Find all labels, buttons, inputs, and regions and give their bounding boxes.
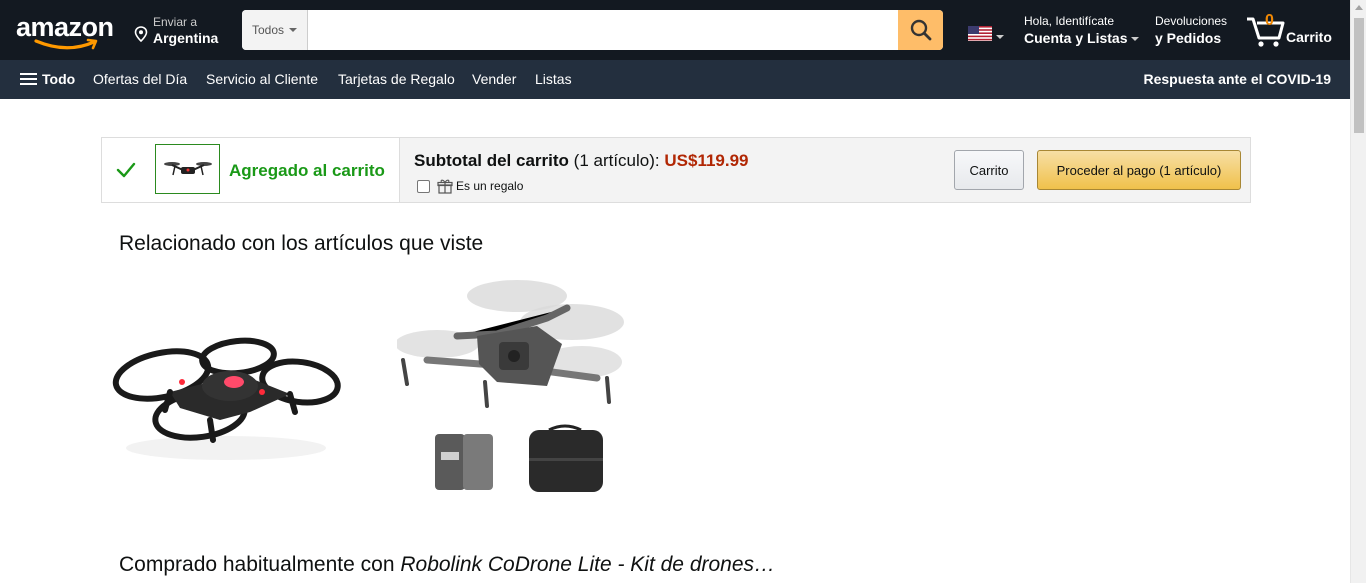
scrollbar-thumb[interactable] (1354, 18, 1364, 133)
chevron-down-icon (289, 28, 298, 32)
scroll-up-icon[interactable] (1355, 5, 1363, 10)
all-menu-button[interactable]: Todo (20, 71, 75, 87)
nav-deals[interactable]: Ofertas del Día (93, 71, 187, 87)
search-button[interactable] (898, 10, 943, 50)
page-scrollbar[interactable] (1350, 0, 1366, 583)
cart-count: 0 (1265, 12, 1274, 29)
subtotal-price: US$119.99 (664, 151, 749, 170)
added-confirmation: Agregado al carrito (102, 138, 399, 202)
subtotal-label: Subtotal del carrito (414, 151, 569, 170)
nav-sell[interactable]: Vender (472, 71, 516, 87)
account-greeting: Hola, Identifícate (1024, 14, 1115, 28)
top-nav: amazon Enviar a Argentina Todos Hola, Id… (0, 0, 1350, 60)
search-input[interactable] (308, 10, 898, 50)
search-category-dropdown[interactable]: Todos (242, 10, 308, 50)
bought-together-product[interactable]: Robolink CoDrone Lite - Kit de drones… (400, 553, 775, 576)
returns-line2: y Pedidos (1155, 30, 1222, 46)
search-icon (910, 19, 931, 41)
account-lists-label: Cuenta y Listas (1024, 30, 1128, 46)
nav-covid-response[interactable]: Respuesta ante el COVID-19 (1143, 71, 1331, 87)
cart-subtotal: Subtotal del carrito (1 artículo): US$11… (414, 151, 749, 171)
proceed-to-checkout-button[interactable]: Proceder al pago (1 artículo) (1037, 150, 1241, 190)
account-menu[interactable]: Hola, Identifícate Cuenta y Listas (1024, 14, 1140, 46)
amazon-logo[interactable]: amazon (16, 12, 118, 50)
cart-subtotal-area: Subtotal del carrito (1 artículo): US$11… (399, 138, 1250, 202)
gift-option: Es un regalo (417, 178, 523, 194)
chevron-down-icon (1131, 37, 1140, 42)
us-flag-icon[interactable] (968, 26, 992, 41)
checkmark-icon (116, 162, 136, 178)
nav-lists[interactable]: Listas (535, 71, 572, 87)
secondary-nav: Todo Ofertas del Día Servicio al Cliente… (0, 60, 1350, 99)
product-thumbnail[interactable] (155, 144, 220, 194)
gift-icon (437, 179, 453, 194)
product-image-drone-red[interactable] (110, 320, 342, 470)
bought-together-title: Comprado habitualmente con Robolink CoDr… (119, 553, 775, 577)
drone-thumbnail-image (163, 162, 212, 176)
language-caret-icon (996, 35, 1004, 39)
added-to-cart-panel: Agregado al carrito Subtotal del carrito… (101, 137, 1251, 203)
gift-checkbox[interactable] (417, 179, 430, 193)
search-category-label: Todos (251, 23, 285, 37)
page: amazon Enviar a Argentina Todos Hola, Id… (0, 0, 1366, 583)
related-section-title: Relacionado con los artículos que viste (119, 232, 484, 255)
logo-smile-icon (34, 38, 98, 50)
returns-orders[interactable]: Devoluciones y Pedidos (1155, 14, 1227, 46)
bought-together-prefix: Comprado habitualmente con (119, 553, 401, 576)
search-bar: Todos (242, 10, 943, 50)
nav-customer-service[interactable]: Servicio al Cliente (206, 71, 318, 87)
gift-label: Es un regalo (456, 179, 524, 193)
cart-label: Carrito (1286, 29, 1332, 45)
subtotal-count: (1 artículo): (573, 151, 660, 170)
cart-link[interactable]: 0 Carrito (1245, 12, 1335, 48)
returns-line1: Devoluciones (1155, 14, 1228, 28)
location-pin-icon (134, 26, 148, 42)
deliver-country: Argentina (153, 30, 219, 46)
product-image-drone-gray[interactable] (397, 274, 629, 498)
hamburger-icon (20, 72, 37, 86)
deliver-line1: Enviar a (153, 15, 198, 29)
nav-gift-cards[interactable]: Tarjetas de Regalo (338, 71, 455, 87)
cart-button[interactable]: Carrito (954, 150, 1024, 190)
all-menu-label: Todo (42, 71, 76, 87)
added-label: Agregado al carrito (229, 161, 385, 180)
